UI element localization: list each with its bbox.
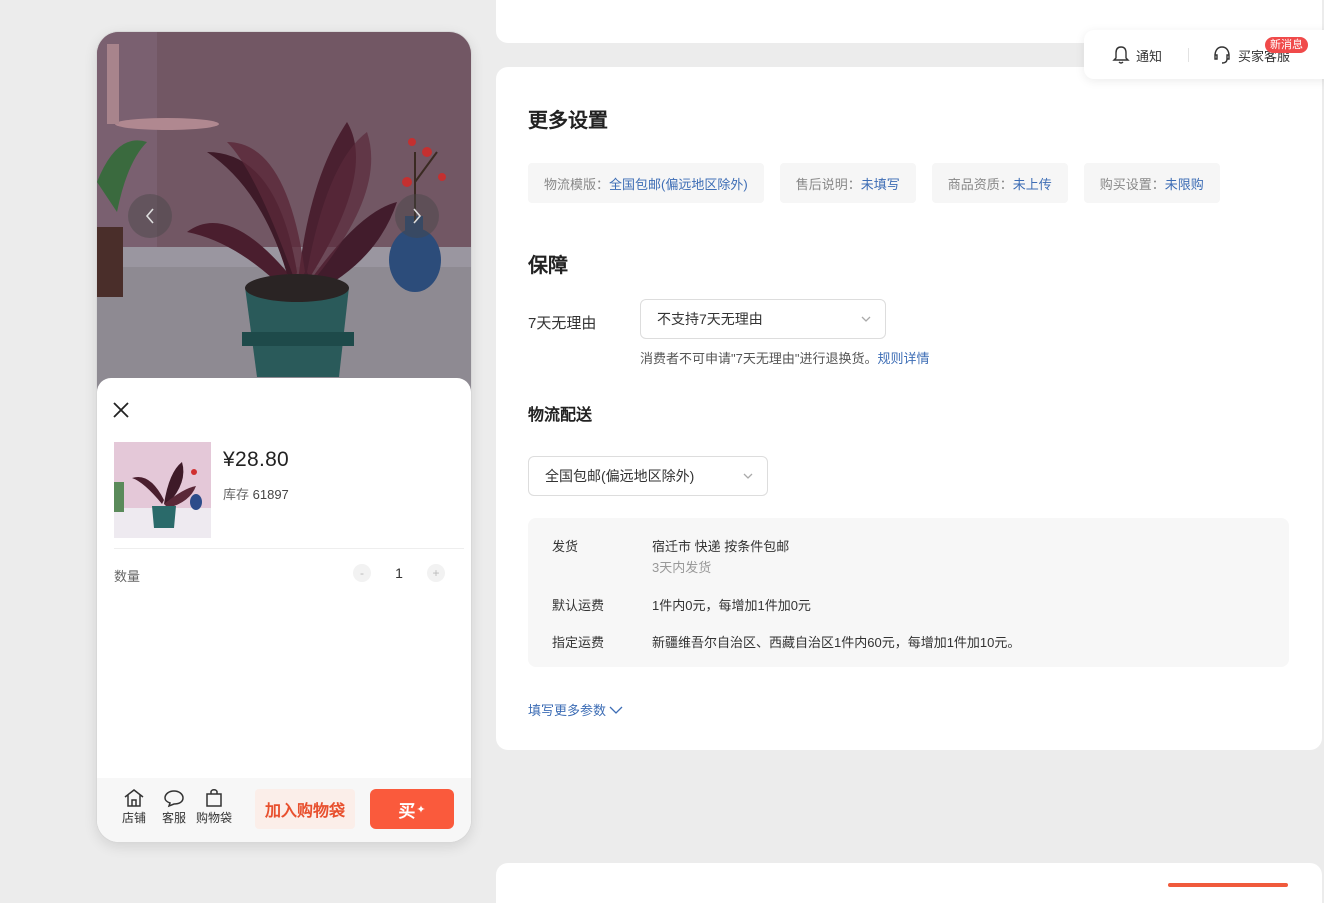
- chip-value: 未上传: [1012, 176, 1052, 192]
- store-icon: [124, 789, 144, 807]
- phone-preview: ¥28.80 库存 61897 数量 - 1 + 店铺 客服 购物袋 加入购物袋…: [97, 32, 471, 842]
- return-policy-select[interactable]: 不支持7天无理由: [640, 299, 886, 339]
- chevron-down-icon: [609, 706, 623, 714]
- close-icon: [113, 402, 129, 418]
- more-settings-title: 更多设置: [528, 110, 608, 132]
- bag-button[interactable]: 购物袋: [194, 788, 234, 826]
- ship-key: 发货: [552, 539, 579, 554]
- rule-details-link[interactable]: 规则详情: [877, 351, 929, 366]
- chevron-down-icon: [743, 473, 753, 479]
- chip-value: 全国包邮(偏远地区除外): [609, 176, 748, 192]
- more-params-link[interactable]: 填写更多参数: [528, 700, 623, 719]
- logistics-template-select[interactable]: 全国包邮(偏远地区除外): [528, 456, 768, 496]
- divider: [114, 548, 464, 549]
- chip-purchase-settings[interactable]: 购买设置： 未限购: [1083, 163, 1220, 203]
- bell-icon: [1112, 46, 1130, 64]
- chip-qualification[interactable]: 商品资质： 未上传: [931, 163, 1068, 203]
- chevron-down-icon: [861, 316, 871, 322]
- notification-bar: 通知 买家客服 新消息: [1084, 30, 1324, 79]
- stock-value: 61897: [252, 487, 289, 502]
- bottom-action-bar: 店铺 客服 购物袋 加入购物袋 买 ✦: [97, 778, 471, 842]
- chip-key: 物流模版：: [544, 176, 610, 192]
- stock-info: 库存 61897: [223, 484, 289, 503]
- buy-label: 买: [398, 801, 416, 821]
- store-button[interactable]: 店铺: [114, 788, 154, 826]
- chip-key: 售后说明：: [795, 176, 861, 192]
- prev-image-button[interactable]: [128, 194, 172, 238]
- chip-key: 购买设置：: [1099, 176, 1165, 192]
- quantity-plus-button[interactable]: +: [427, 564, 445, 582]
- chip-value: 未填写: [860, 176, 900, 192]
- return-policy-value: 不支持7天无理由: [657, 311, 763, 327]
- settings-card: 更多设置 物流模版： 全国包邮(偏远地区除外) 售后说明： 未填写 商品资质： 未上传…: [496, 67, 1322, 750]
- product-thumbnail: [114, 442, 211, 538]
- ship-value: 宿迁市 快递 按条件包邮: [652, 539, 790, 554]
- sku-sheet: ¥28.80 库存 61897 数量 - 1 +: [97, 378, 471, 842]
- sparkle-icon: ✦: [416, 803, 426, 816]
- ship-value: 新疆维吾尔自治区、西藏自治区1件内60元，每增加1件加10元。: [652, 635, 1021, 650]
- chip-logistics-template[interactable]: 物流模版： 全国包邮(偏远地区除外): [528, 163, 764, 203]
- bottom-card-accent: [1168, 883, 1288, 887]
- chip-value: 未限购: [1164, 176, 1204, 192]
- quantity-minus-button[interactable]: -: [353, 564, 371, 582]
- service-label: 客服: [161, 811, 186, 825]
- notify-label: 通知: [1136, 48, 1163, 64]
- logistics-title: 物流配送: [528, 407, 593, 424]
- return-policy-hint: 消费者不可申请"7天无理由"进行退换货。规则详情: [640, 348, 929, 367]
- chevron-left-icon: [145, 208, 154, 224]
- stock-label: 库存: [223, 487, 250, 502]
- next-image-button[interactable]: [395, 194, 439, 238]
- headset-icon: [1214, 46, 1230, 64]
- bottom-card: [496, 863, 1322, 903]
- shipping-details: 发货 宿迁市 快递 按条件包邮 3天内发货 默认运费 1件内0元，每增加1件加0…: [528, 518, 1289, 667]
- buy-button[interactable]: 买 ✦: [370, 789, 454, 829]
- quantity-stepper: - 1 +: [353, 564, 445, 582]
- logistics-template-value: 全国包邮(偏远地区除外): [545, 468, 695, 484]
- settings-chips: 物流模版： 全国包邮(偏远地区除外) 售后说明： 未填写 商品资质： 未上传 购买设置…: [528, 163, 1220, 203]
- guarantee-title: 保障: [528, 255, 568, 277]
- ship-key: 默认运费: [552, 598, 605, 613]
- quantity-value[interactable]: 1: [371, 565, 427, 581]
- quantity-label: 数量: [114, 569, 141, 584]
- notify-button[interactable]: 通知: [1112, 45, 1162, 65]
- shopping-bag-icon: [206, 789, 222, 807]
- store-label: 店铺: [121, 811, 146, 825]
- service-button[interactable]: 客服: [154, 788, 194, 826]
- chevron-right-icon: [413, 208, 422, 224]
- new-message-badge: 新消息: [1265, 37, 1308, 53]
- hint-text: 消费者不可申请"7天无理由"进行退换货。: [640, 351, 878, 366]
- product-photo: [97, 32, 471, 392]
- chip-after-sales[interactable]: 售后说明： 未填写: [779, 163, 916, 203]
- ship-sub: 3天内发货: [652, 560, 712, 575]
- return-policy-label: 7天无理由: [528, 315, 597, 332]
- price: ¥28.80: [223, 448, 290, 471]
- close-button[interactable]: [111, 400, 131, 420]
- ship-value: 1件内0元，每增加1件加0元: [652, 598, 811, 613]
- more-params-label: 填写更多参数: [528, 703, 607, 718]
- bag-label: 购物袋: [195, 811, 232, 825]
- separator: [1188, 48, 1189, 62]
- chip-key: 商品资质：: [947, 176, 1013, 192]
- add-to-bag-button[interactable]: 加入购物袋: [255, 789, 355, 829]
- ship-key: 指定运费: [552, 635, 605, 650]
- chat-icon: [164, 790, 184, 808]
